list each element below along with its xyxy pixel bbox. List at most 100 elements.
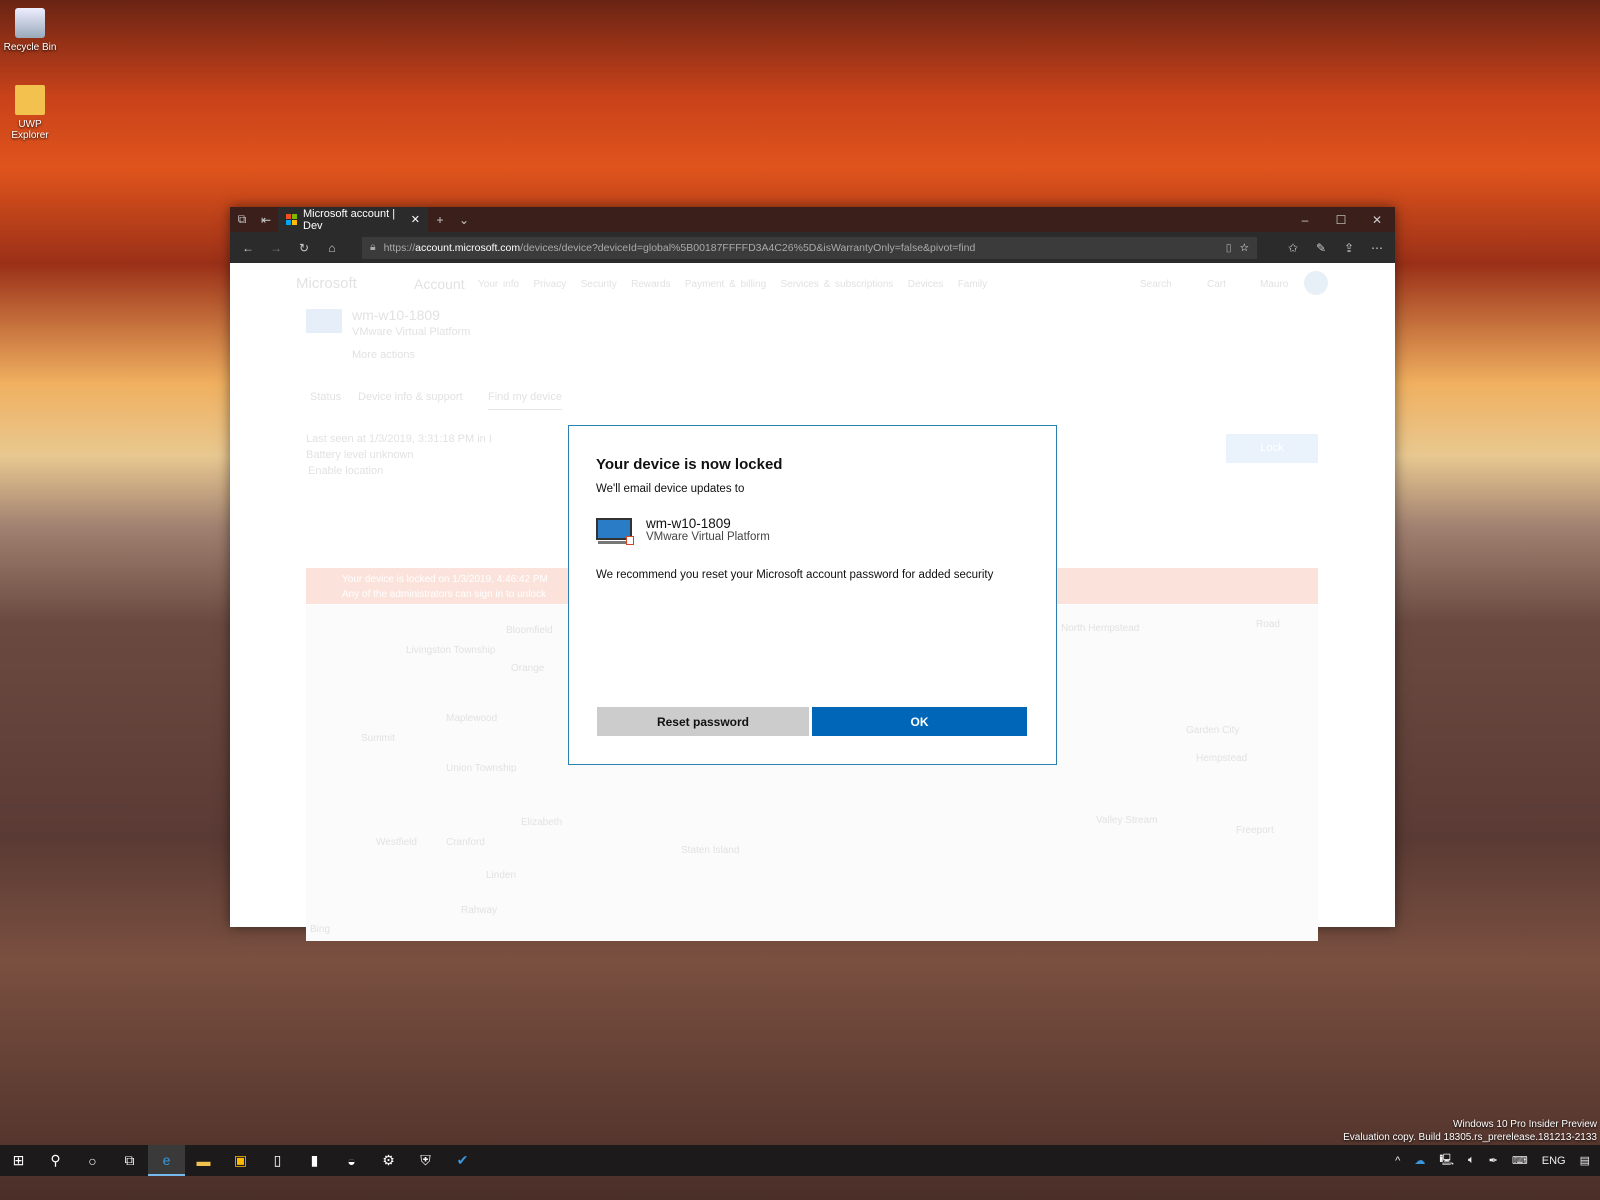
close-tab-icon[interactable]: ✕ [411,213,420,226]
reset-password-button[interactable]: Reset password [597,707,809,736]
map-label: Linden [486,870,517,881]
address-bar-row: ← → ↻ ⌂ 🔒︎ https://account.microsoft.com… [230,232,1395,263]
map-label: Rahway [461,905,498,916]
nav-item[interactable]: Privacy [533,279,566,290]
new-tab-icon[interactable]: + [428,213,452,227]
back-icon[interactable]: ← [236,241,260,255]
browser-tab[interactable]: Microsoft account | Dev ✕ [278,207,428,232]
language-indicator[interactable]: ENG [1542,1155,1566,1167]
more-actions-link[interactable]: More actions [352,349,415,361]
watermark-line-2: Evaluation copy. Build 18305.rs_prerelea… [1343,1132,1597,1143]
chevron-down-icon[interactable]: ⌄ [452,213,476,227]
start-icon[interactable]: ⊞ [0,1152,37,1169]
desktop-icon-label: UWP Explorer [11,119,49,141]
home-icon[interactable]: ⌂ [320,241,344,255]
notes-icon[interactable]: ✎ [1309,241,1333,255]
device-locked-dialog: Your device is now locked We'll email de… [568,425,1057,765]
device-platform: VMware Virtual Platform [352,326,471,338]
map-label: Maplewood [446,713,498,724]
map-label: North Hempstead [1061,623,1140,634]
refresh-icon[interactable]: ↻ [292,241,316,255]
build-watermark: Windows 10 Pro Insider Preview Evaluatio… [1343,1118,1597,1144]
nav-item[interactable]: Payment & billing [685,279,766,290]
file-explorer-icon[interactable]: ▬ [185,1153,222,1169]
last-seen: Last seen at 1/3/2019, 3:31:18 PM in I [306,433,492,445]
user-name[interactable]: Mauro [1260,279,1288,290]
lock-button[interactable]: Lock [1226,434,1318,463]
close-window-icon[interactable]: ✕ [1359,213,1395,227]
store-icon[interactable]: ▣ [222,1152,259,1169]
url-input[interactable]: 🔒︎ https://account.microsoft.com/devices… [362,236,1257,259]
keyboard-icon[interactable]: ⌨ [1512,1154,1528,1167]
bing-logo: Bing [310,924,331,935]
microsoft-logo-icon [286,214,297,225]
map-label: Hempstead [1196,753,1248,764]
device-name: wm-w10-1809 [352,307,440,323]
edge-icon[interactable]: e [148,1145,185,1176]
pen-icon[interactable]: ✒ [1489,1154,1498,1167]
cortana-icon[interactable]: ○ [74,1153,111,1169]
notepad-icon[interactable]: ▯ [259,1152,296,1169]
nav-item[interactable]: Family [958,279,987,290]
section-title[interactable]: Account [414,276,465,292]
tab-title: Microsoft account | Dev [303,207,396,232]
dialog-subtitle: We'll email device updates to [596,483,745,495]
favorite-star-icon[interactable]: ☆ [1240,242,1249,254]
nav-item[interactable]: Your info [478,279,519,290]
nav-item[interactable]: Services & subscriptions [780,279,893,290]
map-label: Union Township [446,763,517,774]
forward-icon[interactable]: → [264,241,288,255]
watermark-line-1: Windows 10 Pro Insider Preview [1453,1119,1597,1130]
enable-location-link[interactable]: Enable location [308,465,383,477]
lock-icon: 🔒︎ [370,241,376,253]
taskbar: ⊞ ⚲ ○ ⧉ e ▬ ▣ ▯ ▮ ◒ ⚙ ⛨ ✔ ^ ☁ 🖳︎ 🔈︎ ✒ ⌨ … [0,1145,1600,1176]
security-shield-icon[interactable]: ⛨ [407,1152,444,1169]
tab-status[interactable]: Status [310,391,341,403]
phone-icon[interactable]: ▮ [296,1152,333,1169]
desktop-icon-recycle-bin[interactable]: Recycle Bin [0,8,60,53]
map-label: Elizabeth [521,817,563,828]
share-icon[interactable]: ⇪ [1337,241,1361,255]
task-view-icon[interactable]: ⧉ [111,1152,148,1169]
reading-view-icon[interactable]: ▯ [1226,242,1232,254]
action-center-icon[interactable]: ▤ [1580,1154,1590,1167]
map-label: Westfield [376,837,417,848]
dialog-device-platform: VMware Virtual Platform [646,531,770,543]
desktop-icon-uwp-explorer[interactable]: UWP Explorer [0,85,60,141]
nav-item[interactable]: Devices [908,279,944,290]
dialog-title: Your device is now locked [596,456,783,473]
ok-button[interactable]: OK [812,707,1027,736]
network-icon[interactable]: 🖳︎ [1439,1151,1454,1170]
map-label: Staten Island [681,845,740,856]
search-link[interactable]: Search [1140,279,1172,290]
todo-check-icon[interactable]: ✔ [444,1152,481,1169]
cart-link[interactable]: Cart [1207,279,1226,290]
tabs-aside-icon[interactable]: ⧉ [230,212,254,227]
tab-find-my-device[interactable]: Find my device [488,391,562,410]
map-label: Road [1256,619,1280,630]
minimize-icon[interactable]: – [1287,213,1323,227]
settings-gear-icon[interactable]: ⚙ [370,1152,407,1169]
search-icon[interactable]: ⚲ [37,1152,74,1169]
nav-item[interactable]: Security [581,279,617,290]
map-label: Garden City [1186,725,1240,736]
avatar[interactable] [1304,271,1328,295]
brand[interactable]: Microsoft [296,275,357,292]
nav-item[interactable]: Rewards [631,279,670,290]
volume-icon[interactable]: 🔈︎ [1468,1154,1475,1167]
url-prefix: https:// [383,241,416,254]
map-label: Livingston Township [406,645,496,656]
battery-level: Battery level unknown [306,449,414,461]
more-icon[interactable]: ⋯ [1365,241,1389,255]
recycle-bin-icon [15,8,45,38]
favorites-icon[interactable]: ✩ [1281,241,1305,255]
onedrive-cloud-icon[interactable]: ☁ [1414,1154,1425,1167]
tab-device-info[interactable]: Device info & support [358,391,463,403]
photos-icon[interactable]: ◒ [333,1153,370,1169]
chevron-up-icon[interactable]: ^ [1395,1155,1400,1167]
maximize-icon[interactable]: ☐ [1323,213,1359,227]
set-aside-tabs-icon[interactable]: ⇤ [254,213,278,227]
url-path: /devices/device?deviceId=global%5B00187F… [520,241,976,254]
map-label: Orange [511,663,545,674]
map-label: Summit [361,733,395,744]
